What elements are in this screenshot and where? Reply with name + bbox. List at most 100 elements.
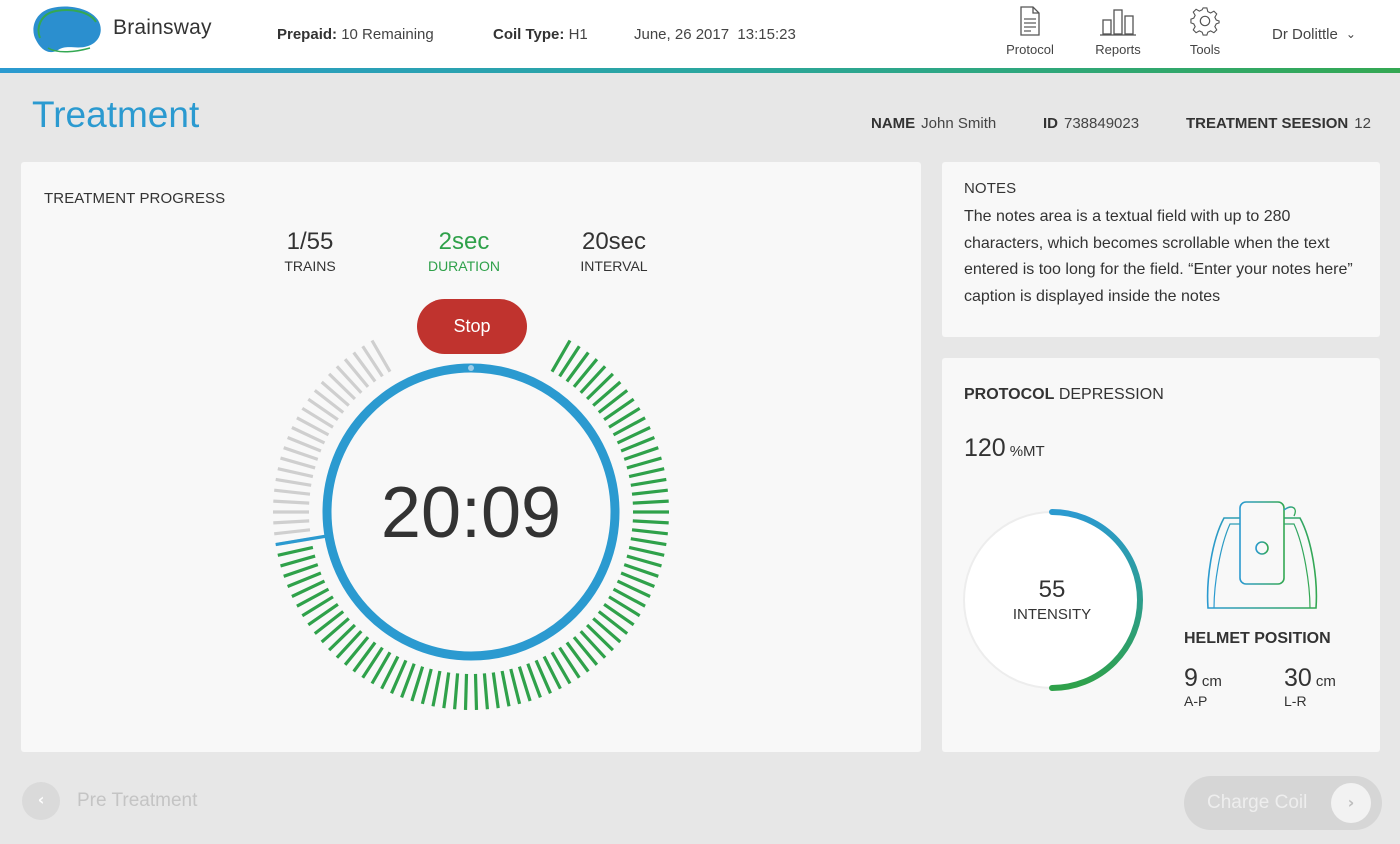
header-accent-bar [0,68,1400,73]
progress-tick [273,519,310,525]
patient-name: NAME John Smith [871,115,996,132]
prepaid-value: 10 Remaining [341,26,434,43]
mt-value: 120 [964,434,1006,462]
progress-tick [579,630,607,659]
patient-name-label: NAME [871,115,916,132]
lr-value: 30 [1284,664,1312,692]
user-menu[interactable]: Dr Dolittle ⌄ [1272,26,1356,43]
nav-reports[interactable]: Reports [1083,6,1153,64]
notes-title: NOTES [964,180,1017,197]
chevron-left-icon: ‹ [37,790,45,809]
charge-coil-label: Charge Coil [1207,792,1308,813]
progress-tick [603,397,635,422]
progress-tick [280,554,316,568]
progress-tick [517,666,532,702]
progress-tick [273,499,310,505]
position-ap: 9 cm A-P [1184,664,1222,709]
progress-tick [500,670,511,707]
progress-tick [630,477,667,487]
progress-tick [491,672,500,709]
progress-tick [307,602,339,627]
progress-tick [320,617,350,644]
protocol-name: DEPRESSION [1058,386,1164,403]
progress-tick [283,446,319,461]
intensity-label: INTENSITY [1012,606,1092,623]
nav-protocol[interactable]: Protocol [995,6,1065,64]
bar-chart-icon [1100,9,1136,36]
progress-tick [585,623,615,652]
patient-id: ID 738849023 [1043,115,1139,132]
treatment-dial [273,339,669,710]
progress-pointer [275,534,328,547]
ap-value: 9 [1184,664,1198,692]
patient-id-label: ID [1043,115,1058,132]
brand-name: Brainsway [113,16,212,39]
back-button[interactable]: ‹ [22,782,60,820]
chevron-down-icon: ⌄ [1345,27,1356,41]
progress-tick [632,499,669,505]
prepaid-info: Prepaid: 10 Remaining [277,26,434,43]
progress-tick [335,630,363,659]
progress-tick [572,636,599,666]
nav-tools-label: Tools [1189,42,1221,57]
progress-tick [431,670,442,707]
progress-tick [280,456,316,470]
progress-tick [453,673,460,710]
progress-tick [626,456,662,470]
progress-tick [473,673,479,710]
progress-tick [343,636,370,666]
progress-tick [352,641,377,673]
progress-tick [623,563,659,578]
progress-tick [313,389,345,414]
document-icon [1020,6,1040,36]
patient-id-value: 738849023 [1064,115,1140,132]
progress-tick [410,666,425,702]
progress-tick [274,488,311,496]
intensity-value: 55 [1038,576,1066,603]
coil-value: H1 [568,26,588,43]
prepaid-label: Prepaid: [277,26,338,43]
page-title: Treatment [32,94,200,135]
progress-tick [283,563,319,578]
top-header: Brainsway Prepaid: 10 Remaining Coil Typ… [0,0,1400,70]
helmet-icon [1206,501,1318,609]
progress-tick [597,389,629,414]
treatment-progress-panel: TREATMENT PROGRESS 1/55 TRAINS 2sec DURA… [21,162,921,752]
user-name: Dr Dolittle [1272,26,1338,43]
progress-tick [565,641,590,673]
session-label: TREATMENT SEESION [1186,115,1349,132]
progress-tick [585,372,615,401]
lr-unit: cm [1315,673,1336,690]
progress-tick [597,610,629,635]
brainsway-logo [33,6,101,53]
progress-tick [277,545,314,557]
position-lr: 30 cm L-R [1284,664,1336,709]
coil-label: Coil Type: [493,26,565,43]
progress-tick [628,467,665,479]
progress-tick [603,602,635,627]
nav-tools[interactable]: Tools [1170,6,1240,64]
progress-tick [565,351,590,383]
patient-name-value: John Smith [921,115,997,132]
progress-tick [632,519,669,525]
coil-info: Coil Type: H1 [493,26,588,43]
pre-treatment-link[interactable]: Pre Treatment [77,790,197,812]
lr-label: L-R [1284,693,1307,709]
mt-unit: %MT [1009,443,1045,460]
progress-tick [352,351,377,383]
protocol-title-bold: PROTOCOL [964,386,1055,403]
stop-button[interactable]: Stop [417,299,527,354]
motor-threshold: 120 %MT [964,434,1045,463]
nav-protocol-label: Protocol [1006,42,1054,57]
chevron-right-icon: › [1331,783,1371,823]
treatment-session: TREATMENT SEESION 12 [1186,115,1371,132]
progress-tick [313,610,345,635]
progress-tick [274,528,311,536]
charge-coil-button[interactable]: Charge Coil › [1184,776,1382,830]
progress-tick [579,365,607,394]
gear-icon [1190,7,1220,36]
notes-textarea[interactable]: The notes area is a textual field with u… [964,204,1364,310]
progress-tick [630,537,667,547]
progress-tick [442,672,451,709]
progress-tick [628,545,665,557]
